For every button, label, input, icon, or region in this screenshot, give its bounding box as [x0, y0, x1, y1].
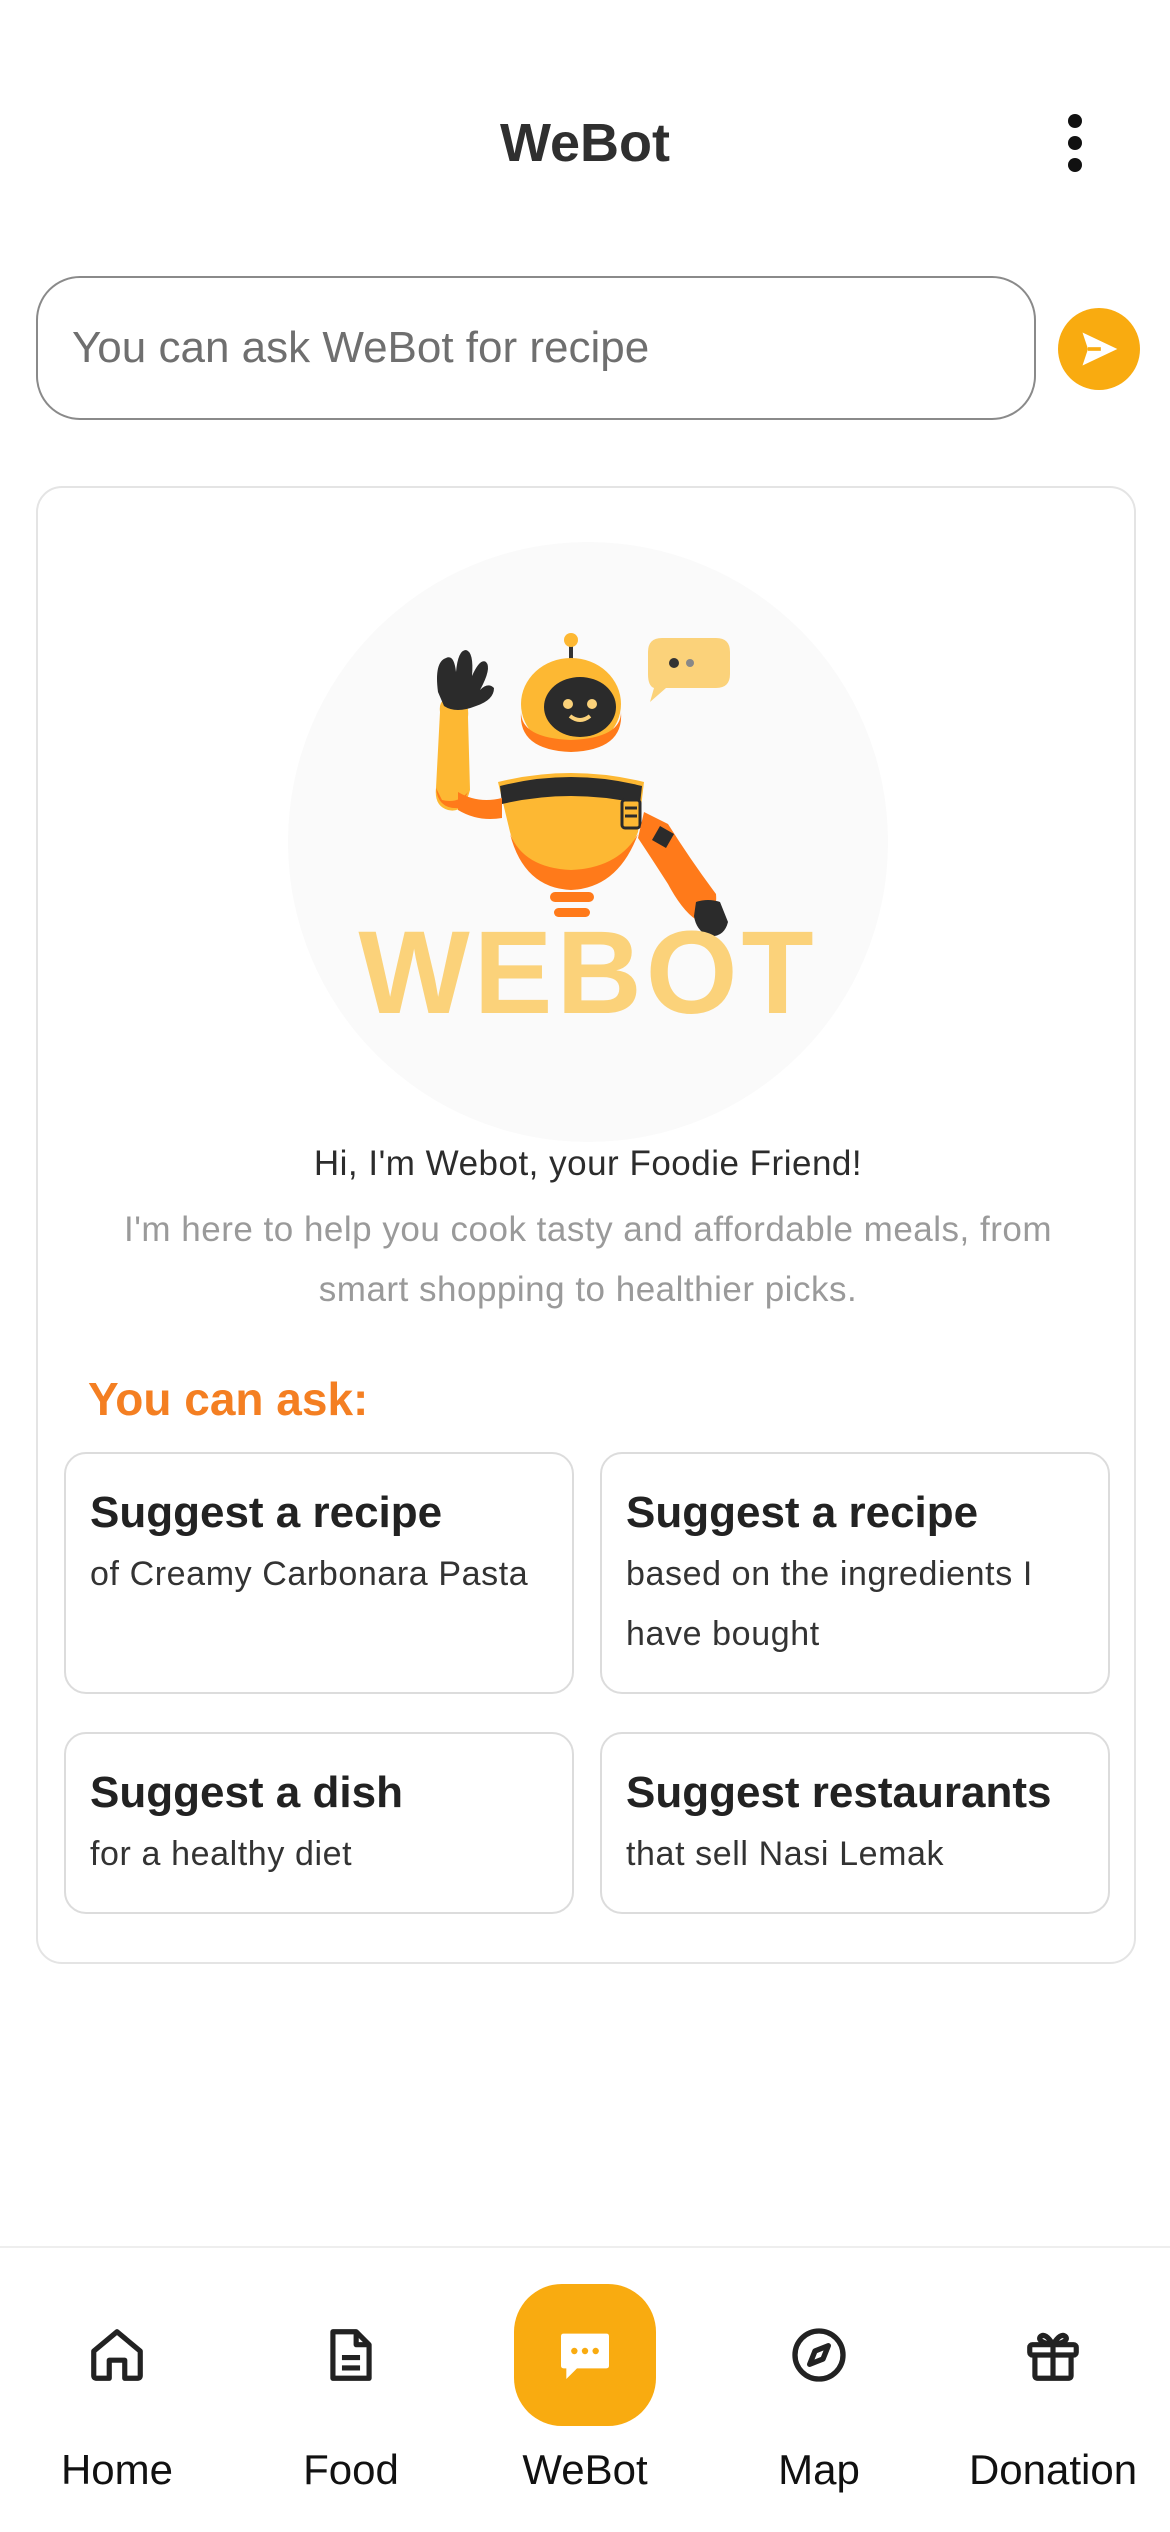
home-icon [91, 2329, 143, 2381]
suggestion-subtitle: based on the ingredients I have bought [626, 1555, 1033, 1653]
nav-item-webot[interactable]: WeBot [468, 2248, 702, 2532]
suggestion-title: Suggest a recipe [90, 1488, 443, 1537]
suggestion-card[interactable]: Suggest a recipe based on the ingredient… [600, 1452, 1110, 1694]
nav-label: Map [778, 2446, 860, 2493]
webot-logo-text: WEBOT [358, 907, 818, 1039]
intro-card: WEBOT Hi, I'm Webot, your Foodie Friend!… [36, 486, 1136, 1964]
send-button[interactable] [1058, 308, 1140, 390]
nav-label: WeBot [522, 2446, 648, 2493]
suggestion-card[interactable]: Suggest a dish for a healthy diet [64, 1732, 574, 1914]
chat-icon [561, 2333, 609, 2379]
nav-item-home[interactable]: Home [0, 2248, 234, 2532]
suggestion-subtitle: that sell Nasi Lemak [626, 1835, 945, 1873]
suggestion-title: Suggest a recipe [626, 1488, 979, 1537]
bottom-navigation: Home Food WeBot Map Donation [0, 2246, 1170, 2532]
suggestion-card[interactable]: Suggest a recipe of Creamy Carbonara Pas… [64, 1452, 574, 1694]
nav-label: Donation [968, 2446, 1138, 2493]
nav-item-map[interactable]: Map [702, 2248, 936, 2532]
suggestion-subtitle: of Creamy Carbonara Pasta [90, 1555, 529, 1593]
header: WeBot [0, 0, 1170, 240]
robot-illustration: WEBOT [288, 542, 888, 1142]
more-options-button[interactable] [1045, 108, 1105, 178]
document-icon [330, 2329, 372, 2381]
compass-icon [792, 2328, 846, 2382]
suggestion-title: Suggest a dish [90, 1768, 403, 1817]
nav-label: Home [60, 2446, 174, 2493]
page-title: WeBot [500, 113, 670, 173]
webot-screen: WeBot You can ask WeBot for recipe WEBOT… [0, 0, 1170, 2532]
nav-label: Food [303, 2446, 399, 2493]
send-icon [1082, 332, 1118, 366]
suggestion-title: Suggest restaurants [626, 1768, 1052, 1817]
ask-section-title: You can ask: [88, 1373, 369, 1425]
greeting-text: Hi, I'm Webot, your Foodie Friend! [313, 1144, 863, 1183]
search-input[interactable] [36, 276, 1036, 420]
gift-icon [1027, 2332, 1079, 2381]
nav-item-donation[interactable]: Donation [936, 2248, 1170, 2532]
nav-item-food[interactable]: Food [234, 2248, 468, 2532]
description-text: I'm here to help you cook tasty and affo… [123, 1210, 1052, 1309]
more-vertical-icon [1068, 114, 1082, 128]
suggestion-subtitle: for a healthy diet [90, 1835, 353, 1873]
suggestion-card[interactable]: Suggest restaurants that sell Nasi Lemak [600, 1732, 1110, 1914]
